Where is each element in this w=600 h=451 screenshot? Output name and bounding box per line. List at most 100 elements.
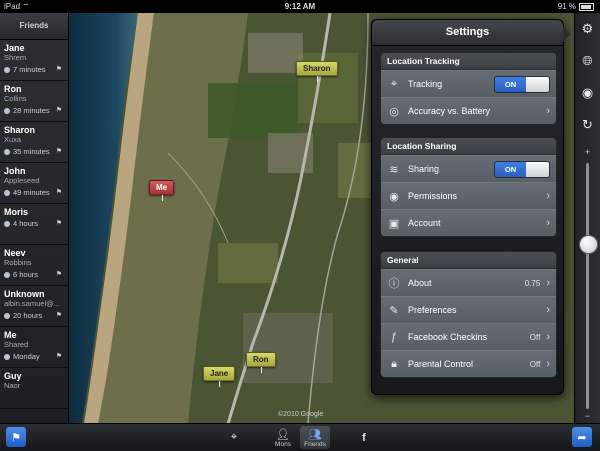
row-facebook-checkins[interactable]: ƒ Facebook Checkins Off ›	[381, 323, 556, 350]
chevron-right-icon: ›	[546, 331, 550, 343]
friend-item[interactable]: Moris 4 hours ⚑	[0, 204, 68, 245]
friend-name: Ron	[4, 84, 22, 94]
sharing-toggle[interactable]: ON	[494, 160, 550, 178]
clock-icon	[4, 107, 10, 114]
chevron-right-icon: ›	[546, 304, 550, 316]
tab-label: Moris	[275, 440, 291, 448]
friend-item[interactable]: Guy Naor	[0, 368, 68, 409]
friend-name: Me	[4, 330, 17, 340]
flag-icon[interactable]: ⚑	[56, 310, 62, 321]
row-account[interactable]: ▣ Account ›	[381, 209, 556, 236]
row-tracking[interactable]: ⌖ Tracking ON	[381, 70, 556, 97]
friend-item[interactable]: Unknown albin.samuel@... 20 hours ⚑	[0, 286, 68, 327]
right-toolbar: ⚙ 🌐︎ ◉ ↻ + −	[574, 13, 600, 424]
friend-item[interactable]: Jane Shrem 7 minutes ⚑	[0, 40, 68, 81]
group-general: General ⓘ About 0.75 › ✎ Preferences › ƒ…	[380, 251, 557, 378]
zoom-in-icon[interactable]: +	[575, 147, 600, 157]
row-about[interactable]: ⓘ About 0.75 ›	[381, 269, 556, 296]
eye-icon[interactable]: ◉	[575, 77, 600, 109]
flag-icon: ⚑	[11, 431, 21, 444]
row-label: Parental Control	[408, 359, 474, 369]
chevron-right-icon: ›	[546, 277, 550, 289]
friend-name: Guy	[4, 371, 22, 381]
flag-icon[interactable]: ⚑	[56, 146, 62, 157]
tracking-toggle[interactable]: ON	[494, 75, 550, 93]
group-header: Location Tracking	[381, 53, 556, 70]
flags-button[interactable]: ⚑	[6, 427, 26, 447]
refresh-icon[interactable]: ↻	[575, 109, 600, 141]
clock-icon	[4, 312, 10, 319]
map-pin-ron[interactable]: Ron	[246, 352, 276, 373]
crosshair-icon: ⌖	[390, 77, 398, 90]
row-label: About	[408, 278, 432, 288]
clock-icon	[4, 189, 10, 196]
sidebar-title: Friends	[0, 13, 68, 40]
friend-item[interactable]: Me Shared Monday ⚑	[0, 327, 68, 368]
friend-last-seen: 7 minutes	[13, 65, 46, 74]
row-permissions[interactable]: ◉ Permissions ›	[381, 182, 556, 209]
gear-icon[interactable]: ⚙	[575, 13, 600, 45]
zoom-slider-track[interactable]	[586, 163, 589, 409]
toggle-knob	[526, 76, 549, 92]
row-label: Permissions	[408, 191, 458, 201]
row-preferences[interactable]: ✎ Preferences ›	[381, 296, 556, 323]
facebook-button[interactable]: f	[352, 426, 376, 449]
friend-name: Neev	[4, 248, 26, 258]
friend-item[interactable]: Ron Collins 28 minutes ⚑	[0, 81, 68, 122]
flag-icon[interactable]: ⚑	[56, 218, 62, 229]
status-time: 9:12 AM	[284, 2, 316, 11]
friend-last-seen: 20 hours	[13, 311, 43, 320]
facebook-icon: ƒ	[390, 331, 398, 343]
friend-item[interactable]: Neev Robbins 6 hours ⚑	[0, 245, 68, 286]
friend-subtitle: Robbins	[4, 258, 32, 267]
share-icon: ➦	[577, 431, 587, 444]
chevron-right-icon: ›	[546, 217, 550, 229]
row-sharing[interactable]: ≋ Sharing ON	[381, 155, 556, 182]
row-parental-control[interactable]: 🔒︎ Parental Control Off ›	[381, 350, 556, 377]
wrench-icon: ✎	[389, 304, 399, 317]
friend-name: Moris	[4, 207, 29, 217]
row-value: Off	[529, 359, 541, 369]
zoom-out-icon[interactable]: −	[575, 411, 600, 421]
flag-icon[interactable]: ⚑	[56, 64, 62, 75]
friends-sidebar: Friends Jane Shrem 7 minutes ⚑ Ron Collin…	[0, 13, 69, 424]
friend-last-seen: 28 minutes	[13, 106, 50, 115]
settings-popover: Settings Location Tracking ⌖ Tracking ON…	[371, 19, 571, 395]
group-location-sharing: Location Sharing ≋ Sharing ON ◉ Permissi…	[380, 137, 557, 237]
friend-item[interactable]: John Appleseed 49 minutes ⚑	[0, 163, 68, 204]
friend-last-seen: 4 hours	[13, 219, 39, 228]
row-accuracy-vs-battery[interactable]: ◎ Accuracy vs. Battery ›	[381, 97, 556, 124]
clock-icon	[4, 271, 10, 278]
friend-last-seen: 35 minutes	[13, 147, 50, 156]
flag-icon[interactable]: ⚑	[56, 269, 62, 280]
flag-icon[interactable]: ⚑	[56, 187, 62, 198]
flag-icon[interactable]: ⚑	[56, 105, 62, 116]
friend-last-seen: Monday	[13, 352, 40, 361]
zoom-slider-thumb[interactable]	[579, 235, 598, 254]
friend-last-seen: 49 minutes	[13, 188, 50, 197]
friend-item[interactable]: Sharon Xuxa 35 minutes ⚑	[0, 122, 68, 163]
row-value: Off	[529, 332, 541, 342]
people-icon: 👥︎	[308, 428, 322, 441]
clock-icon	[4, 66, 10, 73]
friend-subtitle: Shared	[4, 340, 29, 349]
settings-title: Settings	[372, 20, 563, 46]
account-icon: ▣	[388, 217, 400, 230]
battery-indicator: 91 %	[558, 0, 594, 13]
friend-name: Unknown	[4, 289, 45, 299]
map-pin-jane[interactable]: Jane	[203, 366, 236, 387]
flag-icon[interactable]: ⚑	[56, 351, 62, 362]
locate-button[interactable]: ⌖	[222, 426, 246, 449]
chevron-right-icon: ›	[546, 190, 550, 202]
person-icon: 👤︎	[276, 428, 290, 441]
globe-icon[interactable]: 🌐︎	[575, 45, 600, 77]
tab-moris[interactable]: 👤︎ Moris	[270, 426, 296, 449]
friend-subtitle: Appleseed	[4, 176, 40, 185]
map-pin-me[interactable]: Me	[149, 180, 175, 201]
share-button[interactable]: ➦	[572, 427, 592, 447]
friend-name: Sharon	[4, 125, 36, 135]
row-label: Preferences	[408, 305, 457, 315]
map-pin-sharon[interactable]: Sharon	[296, 61, 338, 82]
friend-last-seen: 6 hours	[13, 270, 39, 279]
tab-friends[interactable]: 👥︎ Friends	[300, 426, 330, 449]
